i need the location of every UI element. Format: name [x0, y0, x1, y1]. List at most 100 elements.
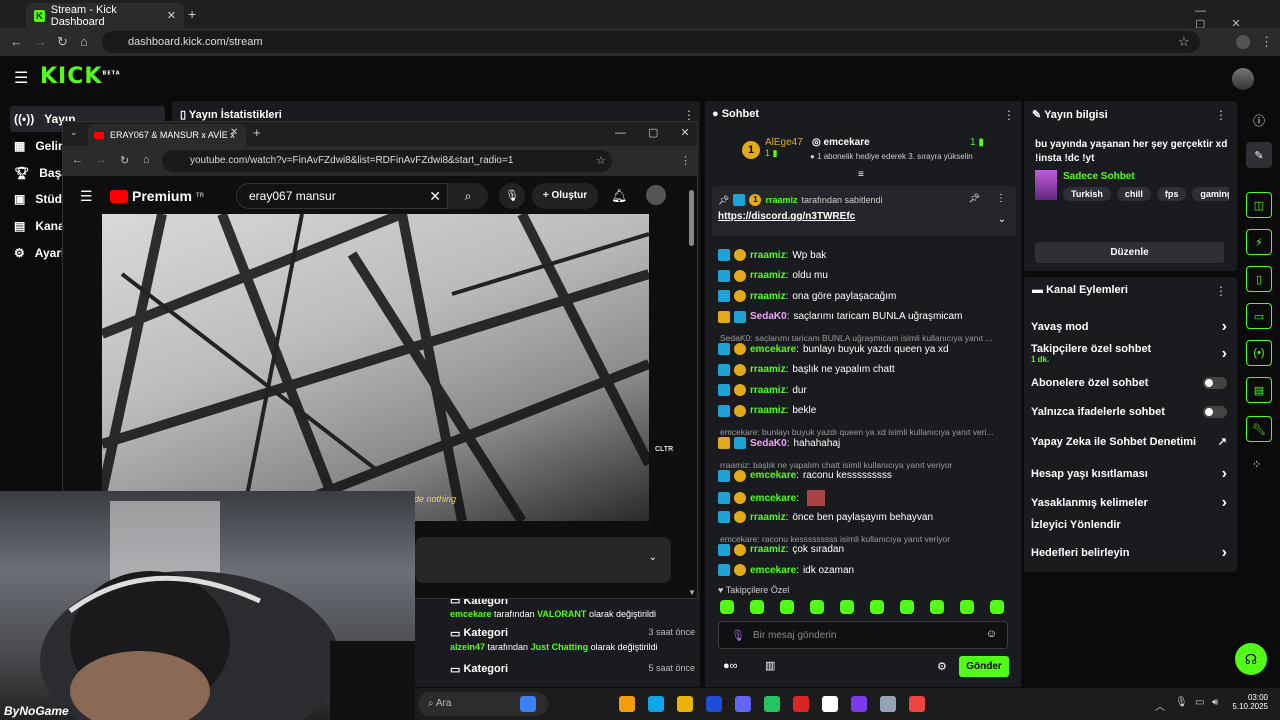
teams-icon[interactable] — [735, 696, 751, 712]
close-tab-icon[interactable]: ✕ — [167, 9, 176, 22]
chat-message[interactable]: emcekare: — [718, 490, 825, 506]
pinned-link[interactable]: https://discord.gg/n3TWREfc — [718, 211, 855, 222]
broadcast-sidebar-icon[interactable]: (•) — [1246, 340, 1272, 366]
chat-message[interactable]: emcekare: idk ozaman — [718, 564, 854, 576]
chat-input[interactable]: 🎙︎ Bir mesaj gönderin ☺ — [718, 621, 1008, 649]
video-player[interactable] — [102, 214, 649, 521]
tray-speaker-icon[interactable]: 🔊︎ — [1212, 697, 1218, 708]
yt-description-box[interactable]: ⌄ — [415, 537, 671, 583]
browser-menu-icon[interactable]: ⋮ — [1260, 34, 1273, 50]
channel-actions-menu-icon[interactable]: ⋮ — [1215, 284, 1227, 298]
document-icon[interactable]: ▯ — [1246, 266, 1272, 292]
tray-mic-icon[interactable]: 🎙︎ — [1175, 697, 1188, 708]
channel-action-item[interactable]: Hedefleri belirleyin › — [1031, 544, 1227, 562]
yt-home-icon[interactable]: ⌂ — [143, 154, 150, 166]
pinned-message[interactable]: 📌︎ 1 rraamiz tarafından sabitlendi https://… — [712, 186, 1016, 236]
chat-message[interactable]: rraamiz: ona göre paylaşacağım — [718, 290, 896, 302]
chat-message[interactable]: SedaK0: saçlarımı taricam BUNLA uğraşmica… — [718, 310, 962, 323]
yt-window-controls[interactable]: —▢✕ — [615, 126, 712, 139]
edit-sidebar-button[interactable]: ✎ — [1246, 142, 1272, 168]
gear-app-icon[interactable] — [880, 696, 896, 712]
chat-message[interactable]: rraamiz: başlık ne yapalım chatt — [718, 363, 895, 376]
yt-close-tab-icon[interactable]: ✕ — [230, 127, 238, 138]
layout-icon[interactable]: ▤ — [1246, 377, 1272, 403]
channel-action-item[interactable]: Hesap yaşı kısıtlaması › — [1031, 465, 1227, 483]
leaderboard-gifter[interactable]: AlEge47 1 ▮ — [765, 137, 803, 159]
kick-logo[interactable]: KICKBETA — [40, 64, 121, 89]
mic-icon[interactable]: 🎙︎ — [499, 183, 525, 209]
community-icon[interactable]: ⁘ — [1252, 458, 1261, 471]
send-button[interactable]: Gönder — [959, 656, 1009, 677]
yt-search-input[interactable]: eray067 mansur ✕ — [236, 183, 448, 209]
stream-info-menu-icon[interactable]: ⋮ — [1215, 108, 1227, 122]
yt-tab-list-icon[interactable]: ⌄ — [70, 127, 78, 138]
edge2-icon[interactable] — [648, 696, 664, 712]
clear-search-icon[interactable]: ✕ — [429, 184, 441, 208]
stats-menu-icon[interactable]: ⋮ — [683, 108, 695, 122]
folder-icon[interactable] — [677, 696, 693, 712]
channel-action-item[interactable]: İzleyici Yönlendir — [1031, 519, 1227, 531]
chrome-icon[interactable] — [822, 696, 838, 712]
yt-scroll-down-icon[interactable]: ▼ — [688, 588, 696, 597]
lightning-icon[interactable]: ⚡︎ — [1246, 229, 1272, 255]
outlook-icon[interactable] — [706, 696, 722, 712]
collapse-icon[interactable]: ≡ — [858, 169, 864, 180]
channel-action-item[interactable]: Yapay Zeka ile Sohbet Denetimi ↗ — [1031, 435, 1227, 449]
channel-action-item[interactable]: Yavaş mod › — [1031, 318, 1227, 336]
edge-icon[interactable] — [619, 696, 635, 712]
profile-avatar-icon[interactable] — [1236, 35, 1250, 49]
yt-search-button[interactable]: ⌕ — [448, 183, 488, 209]
yt-new-tab-icon[interactable]: + — [253, 125, 261, 140]
tray-clock[interactable]: 03:00 5.10.2025 — [1230, 693, 1268, 711]
chat-message[interactable]: emcekare: raconu kesssssssss — [718, 469, 892, 482]
yt-create-button[interactable]: + Oluştur — [532, 183, 598, 209]
chat-settings-icon[interactable]: ⚙ — [937, 660, 947, 673]
edit-button[interactable]: Düzenle — [1035, 242, 1224, 263]
user-avatar[interactable] — [1232, 68, 1254, 90]
browser-tab-kick[interactable]: K Stream - Kick Dashboard ✕ — [26, 3, 184, 28]
url-field[interactable]: dashboard.kick.com/stream — [102, 31, 1200, 53]
channel-action-item[interactable]: Yasaklanmış kelimeler › — [1031, 494, 1227, 512]
chat-message[interactable]: SedaK0: hahahahaj — [718, 437, 840, 449]
store-icon[interactable]: ▥ — [765, 659, 775, 672]
tray-monitor-icon[interactable]: ▭ — [1195, 697, 1204, 708]
emote-bar[interactable] — [720, 600, 1004, 614]
notification-bell-icon[interactable]: 🔔︎ — [611, 188, 628, 204]
forward-icon[interactable]: → — [34, 34, 47, 49]
yt-reload-icon[interactable]: ↻ — [120, 154, 129, 167]
yt-forward-icon[interactable]: → — [96, 154, 107, 166]
tray-chevron-icon[interactable]: ︿ — [1155, 698, 1165, 713]
channel-action-item[interactable]: Yalnızca ifadelerle sohbet — [1031, 406, 1227, 418]
yt-back-icon[interactable]: ← — [72, 154, 83, 166]
new-tab-icon[interactable]: + — [188, 6, 196, 22]
channel-action-item[interactable]: Takipçilere özel sohbet 1 dk. › — [1031, 343, 1227, 364]
info-icon[interactable]: ⓘ — [1253, 112, 1265, 129]
stream-category[interactable]: Sadece Sohbet — [1063, 171, 1135, 182]
chat-message[interactable]: rraamiz: bekle — [718, 404, 816, 417]
wrench-icon[interactable]: 🔧︎ — [1246, 416, 1272, 442]
clip-icon[interactable]: ◫ — [1246, 192, 1272, 218]
yt-bookmark-icon[interactable]: ☆ — [596, 154, 606, 167]
points-icon[interactable]: ●∞ — [723, 660, 738, 672]
menu-icon[interactable]: ☰ — [14, 68, 28, 88]
yt-scrollbar[interactable] — [689, 190, 694, 246]
yt-logo[interactable]: Premium TR — [110, 188, 204, 204]
reload-icon[interactable]: ↻ — [57, 34, 68, 50]
spotify-icon[interactable] — [764, 696, 780, 712]
yt-tab[interactable]: ERAY067 & MANSUR x AVİE x — [88, 124, 246, 146]
discord-icon[interactable] — [851, 696, 867, 712]
yt-url-field[interactable]: youtube.com/watch?v=FinAvFZdwi8&list=RDF… — [162, 150, 612, 172]
window-controls[interactable]: —▢✕ — [1195, 5, 1280, 30]
chat-menu-icon[interactable]: ⋮ — [1003, 108, 1015, 122]
netflix-icon[interactable] — [793, 696, 809, 712]
channel-action-item[interactable]: Abonelere özel sohbet — [1031, 377, 1227, 389]
chat-message[interactable]: rraamiz: oldu mu — [718, 269, 828, 282]
chat-icon[interactable]: ▭ — [1246, 303, 1272, 329]
chat-message[interactable]: rraamiz: önce ben paylaşayım behayvan — [718, 511, 933, 523]
yt-avatar[interactable] — [646, 185, 666, 205]
bookmark-star-icon[interactable]: ☆ — [1178, 34, 1190, 50]
home-icon[interactable]: ⌂ — [80, 34, 88, 49]
support-headset-icon[interactable]: ☊ — [1235, 643, 1267, 675]
copilot-icon[interactable] — [520, 696, 536, 712]
chat-message[interactable]: emcekare: bunlayı buyuk yazdı queen ya xd — [718, 343, 949, 355]
